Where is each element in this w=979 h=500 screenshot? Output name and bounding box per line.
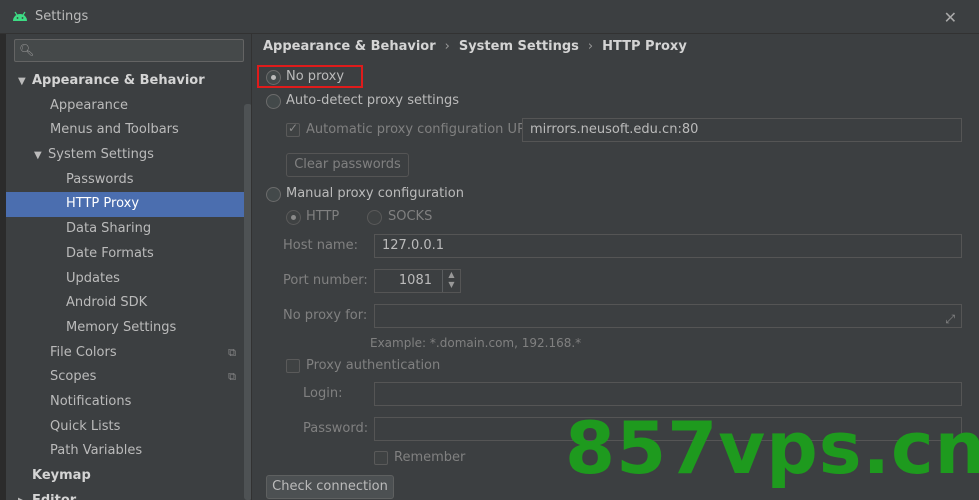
sidebar-item-label: Quick Lists xyxy=(50,418,121,434)
no-proxy-for-label: No proxy for: xyxy=(283,308,368,323)
sidebar-item[interactable]: Menus and Toolbars xyxy=(6,118,251,143)
sidebar-item[interactable]: Updates xyxy=(6,267,251,292)
breadcrumb-item: Appearance & Behavior xyxy=(263,39,436,54)
clear-passwords-button[interactable]: Clear passwords xyxy=(286,153,409,177)
login-field[interactable] xyxy=(374,382,962,406)
socks-radio[interactable] xyxy=(367,210,382,225)
sidebar-item-label: Editor xyxy=(32,493,76,500)
search-input[interactable]: 🔍︎ xyxy=(14,39,244,62)
sidebar-item[interactable]: Memory Settings xyxy=(6,316,251,341)
sidebar-item-label: Notifications xyxy=(50,393,132,409)
sidebar-item-label: Memory Settings xyxy=(66,319,177,335)
sidebar-item-label: HTTP Proxy xyxy=(66,196,140,212)
sidebar-item[interactable]: File Colors ⧉ xyxy=(6,341,251,366)
sidebar-item-label: Menus and Toolbars xyxy=(50,122,179,138)
copy-icon: ⧉ xyxy=(228,370,236,384)
sidebar-item[interactable]: Keymap xyxy=(6,464,251,489)
sidebar-item-label: File Colors xyxy=(50,344,117,360)
sidebar-item[interactable]: Scopes ⧉ xyxy=(6,365,251,390)
settings-tree: ▼ Appearance & Behavior Appearance Menus an… xyxy=(6,69,251,500)
sidebar-item-label: Scopes xyxy=(50,369,97,385)
sidebar-item[interactable]: ▼ System Settings xyxy=(6,143,251,169)
spinner-arrows-icon[interactable]: ▲ ▼ xyxy=(442,270,460,292)
auto-detect-radio[interactable] xyxy=(266,94,281,109)
sidebar-item[interactable]: Data Sharing xyxy=(6,217,251,242)
remember-label: Remember xyxy=(394,450,466,465)
auto-detect-label[interactable]: Auto-detect proxy settings xyxy=(286,93,459,108)
chevron-down-icon[interactable]: ▼ xyxy=(18,70,32,95)
socks-label: SOCKS xyxy=(388,209,433,224)
sidebar-item-label: Keymap xyxy=(32,468,91,483)
breadcrumb: Appearance & Behavior › System Settings › HT… xyxy=(263,39,687,54)
sidebar-item[interactable]: Android SDK xyxy=(6,291,251,316)
breadcrumb-separator-icon: › xyxy=(587,39,594,54)
auto-config-url-field[interactable]: mirrors.neusoft.edu.cn:80 xyxy=(522,118,962,142)
title-bar: Settings ✕ xyxy=(0,0,979,34)
port-number-label: Port number: xyxy=(283,273,368,288)
port-number-value: 1081 xyxy=(398,273,432,288)
port-number-field[interactable]: 1081 ▲ ▼ xyxy=(374,269,461,293)
no-proxy-label[interactable]: No proxy xyxy=(286,69,344,84)
android-icon xyxy=(13,11,27,21)
sidebar-item[interactable]: ▶Editor xyxy=(6,489,251,500)
sidebar-item[interactable]: Appearance xyxy=(6,94,251,119)
remember-checkbox[interactable] xyxy=(374,451,388,465)
expand-icon[interactable]: ⤢ xyxy=(945,308,955,327)
sidebar-item-label: Date Formats xyxy=(66,245,154,261)
sidebar-item[interactable]: Path Variables xyxy=(6,439,251,464)
search-icon: 🔍︎ xyxy=(19,43,35,57)
chevron-right-icon[interactable]: ▶ xyxy=(18,490,32,500)
sidebar-item[interactable]: Notifications xyxy=(6,390,251,415)
breadcrumb-item: System Settings xyxy=(458,39,579,54)
sidebar-item-label: Appearance xyxy=(50,97,129,113)
check-connection-button[interactable]: Check connection xyxy=(266,475,394,499)
chevron-down-icon[interactable]: ▼ xyxy=(34,144,48,169)
breadcrumb-separator-icon: › xyxy=(444,39,450,54)
auto-config-url-label: Automatic proxy configuration URL: xyxy=(306,122,538,137)
sidebar-scrollbar[interactable] xyxy=(244,104,251,500)
breadcrumb-item: HTTP Proxy xyxy=(602,39,687,54)
watermark: 857vps.cn xyxy=(565,406,979,490)
window-title: Settings xyxy=(35,9,89,24)
example-hint: Example: *.domain.com, 192.168.* xyxy=(370,336,582,350)
sidebar-item-label: Data Sharing xyxy=(66,221,152,237)
sidebar-item[interactable]: HTTP Proxy xyxy=(6,192,251,218)
login-label: Login: xyxy=(303,386,343,401)
password-label: Password: xyxy=(303,421,369,436)
sidebar-item-label: Updates xyxy=(66,270,120,286)
sidebar-item-label: System Settings xyxy=(48,147,154,163)
settings-sidebar: 🔍︎ ▼ Appearance & Behavior Appearance Menus… xyxy=(6,34,252,500)
no-proxy-radio[interactable] xyxy=(266,70,281,85)
auto-config-url-checkbox[interactable] xyxy=(286,121,300,137)
manual-proxy-radio[interactable] xyxy=(266,187,281,202)
sidebar-item[interactable]: Date Formats xyxy=(6,242,251,267)
host-name-label: Host name: xyxy=(283,238,358,253)
close-icon[interactable]: ✕ xyxy=(944,8,957,27)
http-radio[interactable] xyxy=(286,210,301,225)
host-name-field[interactable]: 127.0.0.1 xyxy=(374,234,962,258)
sidebar-item-label: Appearance & Behavior xyxy=(32,73,205,88)
sidebar-item[interactable]: ▼ Appearance & Behavior xyxy=(6,69,251,95)
sidebar-item[interactable]: Quick Lists xyxy=(6,415,251,440)
proxy-auth-label: Proxy authentication xyxy=(306,358,441,373)
sidebar-item-label: Passwords xyxy=(66,171,134,187)
sidebar-item[interactable]: Passwords xyxy=(6,168,251,193)
copy-icon: ⧉ xyxy=(228,345,236,359)
manual-proxy-label[interactable]: Manual proxy configuration xyxy=(286,186,464,201)
sidebar-item-label: Android SDK xyxy=(66,295,148,311)
sidebar-item-label: Path Variables xyxy=(50,443,143,459)
http-label: HTTP xyxy=(306,209,340,224)
proxy-auth-checkbox[interactable] xyxy=(286,359,300,373)
no-proxy-for-field[interactable]: ⤢ xyxy=(374,304,962,328)
